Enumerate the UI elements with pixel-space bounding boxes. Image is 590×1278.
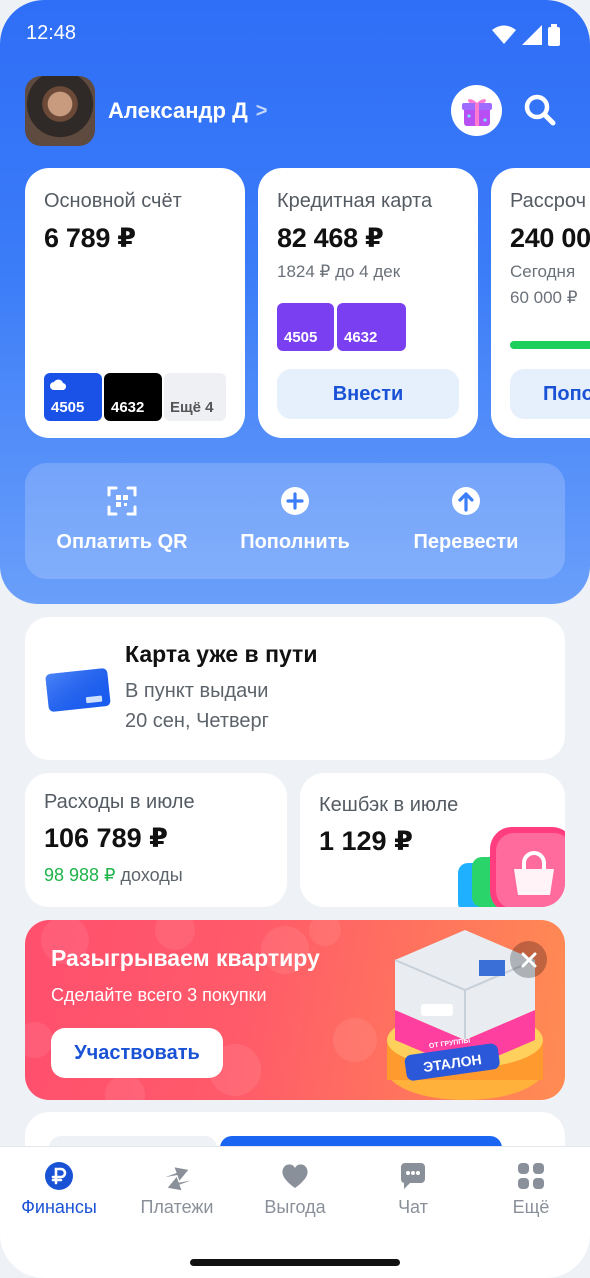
hero-header: 12:48 Александр Д > Основной счёт 6 789 … xyxy=(0,0,590,604)
quick-action-label: Оплатить QR xyxy=(56,531,188,553)
tab-chat[interactable]: Чат xyxy=(354,1161,472,1218)
qr-scan-icon xyxy=(107,486,137,516)
tab-label: Ещё xyxy=(512,1197,550,1217)
delivery-destination: В пункт выдачи xyxy=(125,680,269,702)
chevron-right-icon: > xyxy=(255,99,268,122)
tab-label: Выгода xyxy=(264,1197,326,1217)
card-delivery-banner[interactable]: Карта уже в пути В пункт выдачи 20 сен, … xyxy=(25,617,565,760)
delivery-date: 20 сен, Четверг xyxy=(125,710,269,732)
plus-circle-icon xyxy=(281,487,309,515)
tab-more[interactable]: Ещё xyxy=(472,1161,590,1218)
account-title: Рассроч xyxy=(510,190,587,212)
status-icons xyxy=(492,24,560,46)
tab-label: Чат xyxy=(398,1197,428,1217)
credit-card-account[interactable]: Кредитная карта 82 468 ₽ 1824 ₽ до 4 дек… xyxy=(258,168,478,438)
card-thumb-4632[interactable]: 4632 xyxy=(337,303,406,351)
account-balance: 6 789 ₽ xyxy=(44,223,136,253)
close-promo-button[interactable] xyxy=(510,941,547,978)
shopping-bag-icon xyxy=(458,827,565,907)
cashback-title: Кешбэк в июле xyxy=(319,794,459,816)
installment-progress xyxy=(510,341,590,349)
more-cards-button[interactable]: Ещё 4 xyxy=(164,373,226,421)
promo-subtitle: Сделайте всего 3 покупки xyxy=(51,985,267,1005)
transfer-arrows-icon xyxy=(165,1167,191,1191)
quick-actions-panel: Оплатить QR Пополнить Перевести xyxy=(25,463,565,579)
quick-action-label: Перевести xyxy=(413,531,519,553)
close-icon xyxy=(521,952,536,967)
payment-due: 1824 ₽ до 4 дек xyxy=(277,262,401,281)
installment-account-card[interactable]: Рассроч 240 00 Сегодня 60 000 ₽ Попо xyxy=(491,168,590,438)
card-thumb-4505[interactable]: 4505 xyxy=(44,373,102,421)
gift-button[interactable] xyxy=(451,85,502,136)
status-bar: 12:48 xyxy=(0,0,590,64)
expenses-amount: 106 789 ₽ xyxy=(44,823,168,853)
income-label: доходы xyxy=(115,865,183,885)
card-thumb-4632[interactable]: 4632 xyxy=(104,373,162,421)
account-balance: 240 00 xyxy=(510,223,590,253)
tab-payments[interactable]: Платежи xyxy=(118,1161,236,1218)
installment-today: Сегодня xyxy=(510,262,576,281)
income-value: 98 988 ₽ xyxy=(44,865,116,885)
ruble-icon xyxy=(45,1162,73,1190)
top-up-button[interactable]: Пополнить xyxy=(225,463,365,579)
expenses-card[interactable]: Расходы в июле 106 789 ₽ 98 988 ₽ доходы xyxy=(25,773,287,907)
gift-icon xyxy=(461,98,492,126)
topup-installment-button[interactable]: Попо xyxy=(510,369,590,419)
card-number: 4632 xyxy=(111,399,145,416)
cellular-icon xyxy=(522,25,542,45)
tab-benefits[interactable]: Выгода xyxy=(236,1161,354,1218)
search-icon xyxy=(524,94,556,126)
deposit-button[interactable]: Внести xyxy=(277,369,459,419)
tab-finance[interactable]: Финансы xyxy=(0,1161,118,1218)
account-title: Кредитная карта xyxy=(277,190,433,212)
avatar[interactable] xyxy=(25,76,95,146)
card-number: 4632 xyxy=(344,329,378,346)
tab-label: Финансы xyxy=(21,1197,97,1217)
home-indicator xyxy=(190,1259,400,1266)
more-cards-label: Ещё 4 xyxy=(170,399,214,416)
pay-qr-button[interactable]: Оплатить QR xyxy=(52,463,192,579)
heart-icon xyxy=(282,1164,308,1188)
wifi-icon xyxy=(492,25,516,44)
installment-progress-fill xyxy=(510,341,590,349)
profile-link[interactable]: Александр Д > xyxy=(25,76,267,146)
arrow-up-circle-icon xyxy=(452,487,480,515)
card-number: 4505 xyxy=(284,329,318,346)
card-thumb-4505[interactable]: 4505 xyxy=(277,303,334,351)
status-time: 12:48 xyxy=(26,22,77,44)
chat-icon xyxy=(400,1163,425,1189)
promo-banner[interactable]: Разыгрываем квартиру Сделайте всего 3 по… xyxy=(25,920,565,1100)
bank-card-illustration xyxy=(45,668,111,712)
cloud-icon xyxy=(50,379,66,390)
income-line: 98 988 ₽ доходы xyxy=(44,865,183,886)
phone-screen: 12:48 Александр Д > Основной счёт 6 789 … xyxy=(0,0,590,1278)
account-balance: 82 468 ₽ xyxy=(277,223,384,253)
profile-name: Александр Д xyxy=(108,98,248,123)
delivery-title: Карта уже в пути xyxy=(125,641,318,667)
search-button[interactable] xyxy=(520,90,560,130)
expenses-title: Расходы в июле xyxy=(44,791,195,813)
transfer-button[interactable]: Перевести xyxy=(396,463,536,579)
participate-button[interactable]: Участвовать xyxy=(51,1028,223,1078)
tab-label: Платежи xyxy=(140,1197,214,1217)
promo-title: Разыгрываем квартиру xyxy=(51,945,320,971)
quick-action-label: Пополнить xyxy=(240,531,350,553)
main-account-card[interactable]: Основной счёт 6 789 ₽ 4505 4632 Ещё 4 xyxy=(25,168,245,438)
grid-icon xyxy=(518,1163,544,1189)
installment-amount: 60 000 ₽ xyxy=(510,288,578,307)
card-number: 4505 xyxy=(51,399,85,416)
account-title: Основной счёт xyxy=(44,190,182,212)
cashback-card[interactable]: Кешбэк в июле 1 129 ₽ xyxy=(300,773,565,907)
cashback-amount: 1 129 ₽ xyxy=(319,826,413,856)
battery-icon xyxy=(548,24,560,46)
